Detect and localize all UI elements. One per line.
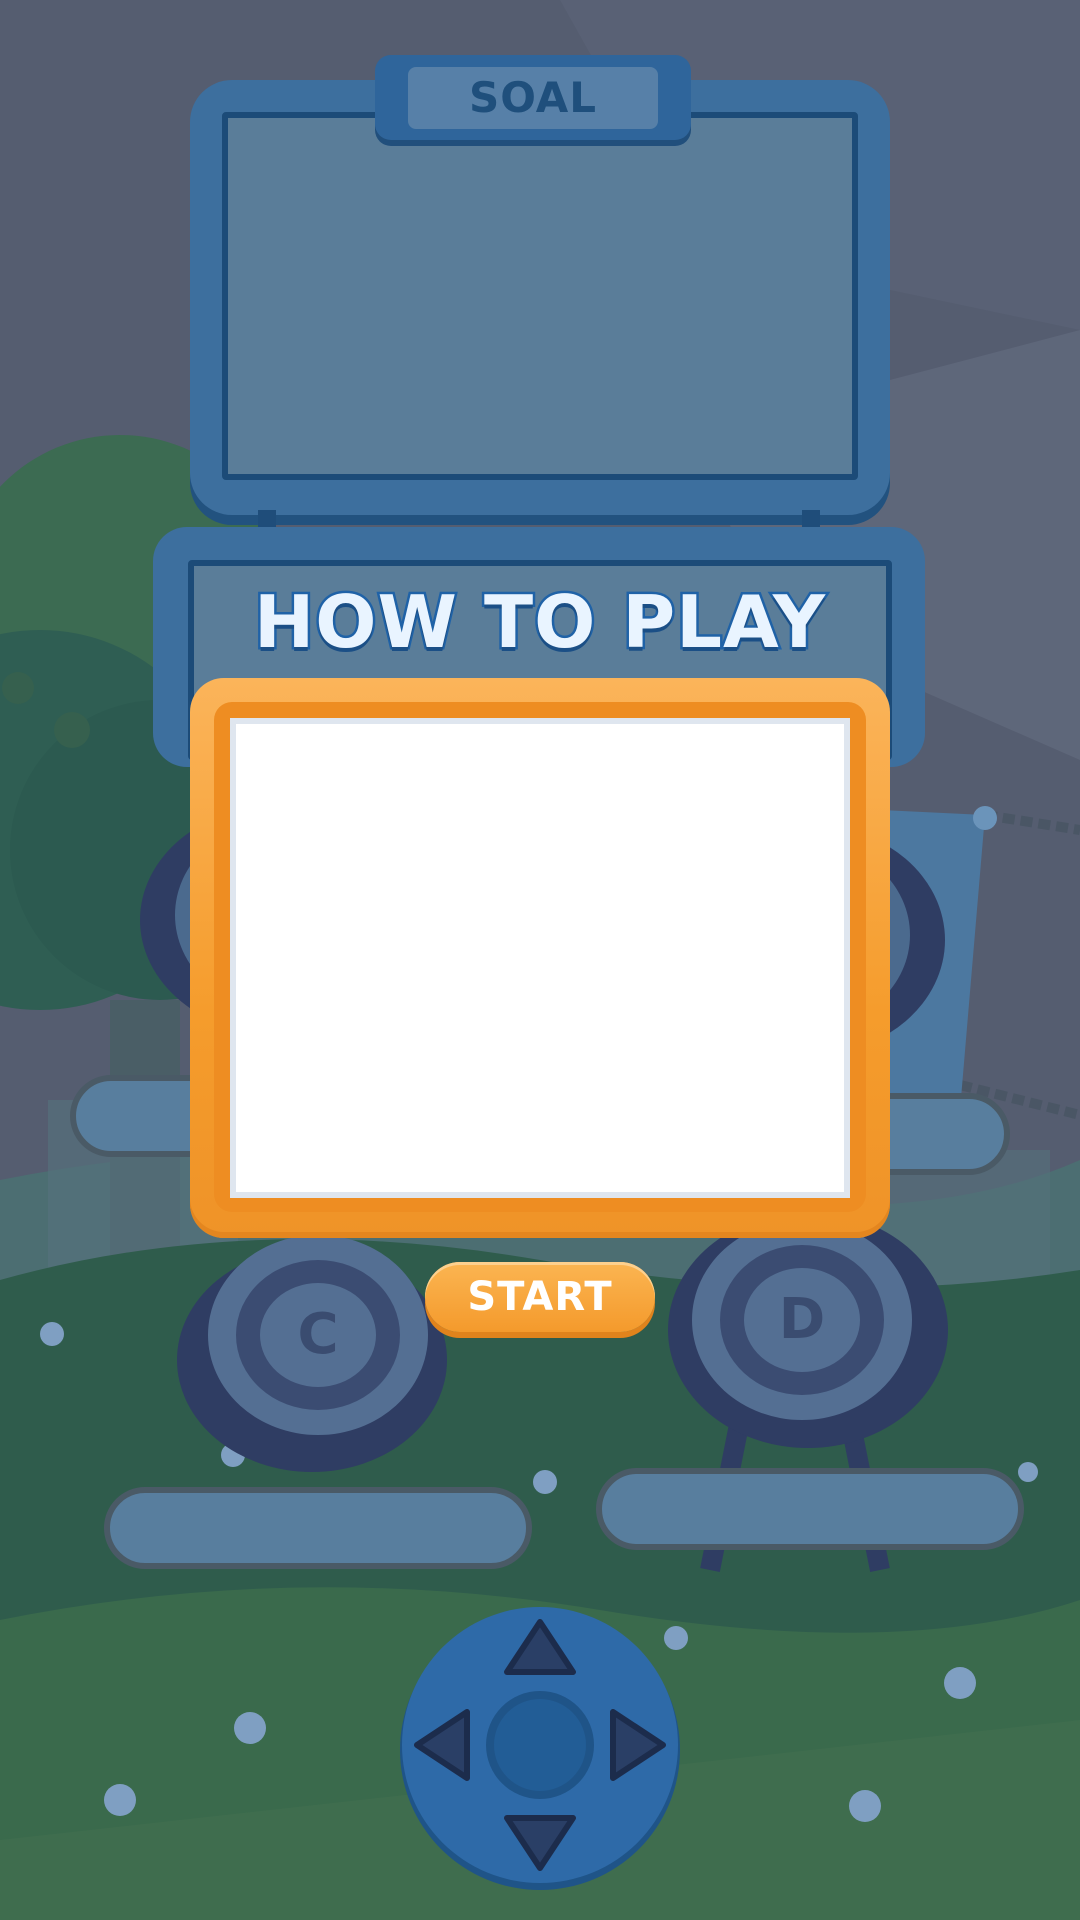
soal-label: SOAL [468,73,598,122]
question-display [222,112,858,480]
start-button[interactable]: START [425,1262,655,1332]
instructions-box [230,718,850,1198]
target-c-label: C [297,1302,339,1367]
dpad [400,1607,680,1890]
how-to-play-title: HOW TO PLAY [252,578,828,667]
answer-field-d[interactable] [596,1468,1024,1550]
answer-field-c[interactable] [104,1487,532,1569]
target-d-label: D [778,1287,826,1352]
